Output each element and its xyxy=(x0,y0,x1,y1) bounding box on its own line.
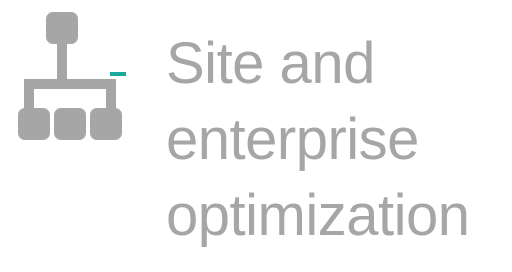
accent-mark xyxy=(110,72,126,76)
bottom-node-left-shape xyxy=(18,108,50,140)
hierarchy-network-icon-graphic xyxy=(18,12,126,140)
title-line: Site and xyxy=(166,31,375,96)
tile: Site and enterprise optimization xyxy=(0,0,512,272)
top-node-shape xyxy=(46,12,78,44)
bottom-node-middle-shape xyxy=(54,108,86,140)
branch-bar-shape xyxy=(24,79,116,89)
tile-title: Site and enterprise optimization xyxy=(166,26,470,254)
title-line: optimization xyxy=(166,183,470,248)
bottom-node-right-shape xyxy=(90,108,122,140)
hierarchy-network-icon xyxy=(18,10,130,142)
title-line: enterprise xyxy=(166,107,419,172)
